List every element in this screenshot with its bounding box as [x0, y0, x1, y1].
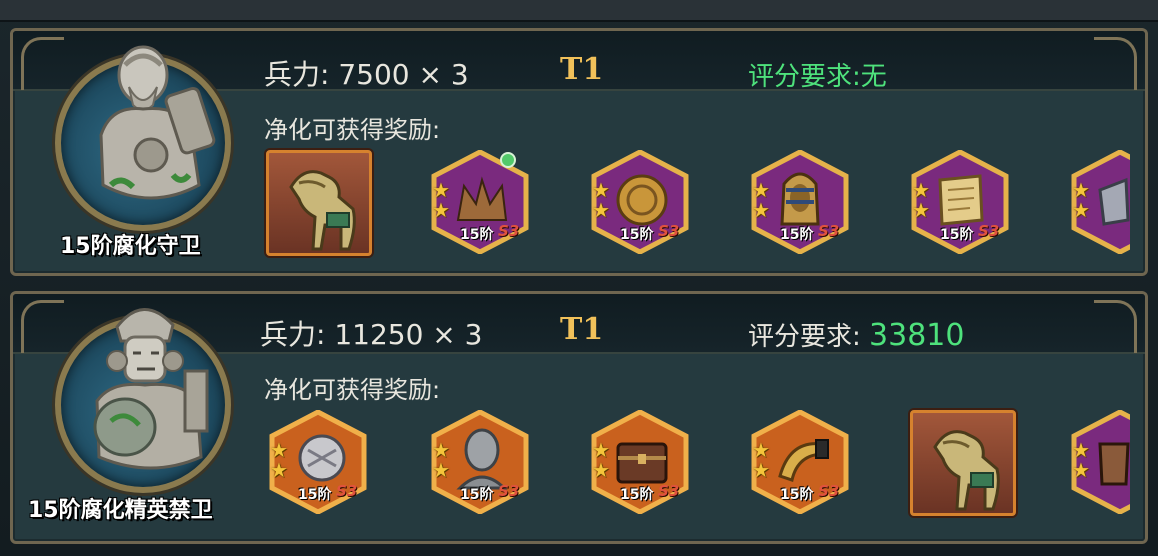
stone-guard-statue-icon — [99, 45, 216, 200]
horse-figurine-icon — [933, 430, 1000, 511]
item-tier: 15阶 — [620, 227, 654, 243]
season-badge: S3 — [498, 222, 520, 240]
star-rating: ★ ★ — [592, 178, 610, 222]
reward-item-crown[interactable]: ★ ★ 15阶 S3 — [430, 150, 530, 254]
score-requirement: 评分要求: 33810 — [748, 316, 964, 353]
boss-portrait-2[interactable] — [55, 308, 231, 493]
tier-label: T1 — [560, 52, 604, 87]
boss-name: 15阶腐化守卫 — [60, 234, 201, 259]
rewards-label: 净化可获得奖励: — [264, 116, 441, 144]
season-badge: S3 — [658, 222, 680, 240]
item-tier: 15阶 — [780, 227, 814, 243]
item-tier: 15阶 — [298, 487, 332, 503]
star-rating: ★ ★ — [432, 178, 450, 222]
star-rating: ★ ★ — [592, 438, 610, 482]
reward-item-stone-bust[interactable]: ★ ★ 15阶 S3 — [430, 410, 530, 514]
score-requirement-value: 33810 — [869, 318, 965, 353]
item-tier: 15阶 — [460, 487, 494, 503]
reward-item-scroll[interactable]: ★ ★ 15阶 S3 — [910, 150, 1010, 254]
item-tier: 15阶 — [780, 487, 814, 503]
elite-guard-statue-icon — [93, 308, 209, 470]
score-requirement-label: 评分要求: — [748, 322, 861, 352]
star-rating: ★ ★ — [432, 438, 450, 482]
troop-count: 兵力: 11250 × 3 — [260, 318, 483, 351]
season-badge: S3 — [658, 482, 680, 500]
star-rating: ★ ★ — [1072, 438, 1090, 482]
reward-item-treasure-chest[interactable]: ★ ★ 15阶 S3 — [590, 410, 690, 514]
score-requirement: 评分要求:无 — [748, 62, 887, 92]
item-tier: 15阶 — [460, 227, 494, 243]
item-tier: 15阶 — [620, 487, 654, 503]
rewards-label: 净化可获得奖励: — [264, 376, 441, 404]
season-badge: S3 — [978, 222, 1000, 240]
season-badge: S3 — [498, 482, 520, 500]
season-badge: S3 — [336, 482, 358, 500]
troop-count: 兵力: 7500 × 3 — [264, 58, 469, 91]
gem-badge-icon — [500, 152, 516, 168]
reward-item-silver-shield[interactable]: ★ ★ 15阶 S3 — [268, 410, 368, 514]
season-badge: S3 — [818, 222, 840, 240]
reward-item-horse-figurine[interactable] — [910, 410, 1016, 516]
star-rating: ★ ★ — [912, 178, 930, 222]
season-badge: S3 — [818, 482, 840, 500]
expedition-reward-panel: 15阶腐化守卫 兵力: 7500 × 3 T1 评分要求:无 净化可获得奖励: … — [0, 0, 1158, 556]
boss-name: 15阶腐化精英禁卫 — [28, 498, 213, 523]
star-rating: ★ ★ — [1072, 178, 1090, 222]
star-rating: ★ ★ — [752, 438, 770, 482]
reward-item-pharaoh-bust[interactable]: ★ ★ 15阶 S3 — [750, 150, 850, 254]
reward-item-horse-figurine[interactable] — [266, 150, 372, 256]
boss-portrait-1[interactable] — [55, 45, 231, 231]
tier-label: T1 — [560, 312, 604, 347]
reward-item-gold-coin[interactable]: ★ ★ 15阶 S3 — [590, 150, 690, 254]
reward-item-partial[interactable]: ★ ★ — [1070, 150, 1130, 254]
top-strip — [0, 0, 1158, 22]
reward-item-golden-horn[interactable]: ★ ★ 15阶 S3 — [750, 410, 850, 514]
item-tier: 15阶 — [940, 227, 974, 243]
horse-figurine-icon — [289, 170, 356, 251]
reward-item-partial[interactable]: ★ ★ — [1070, 410, 1130, 514]
star-rating: ★ ★ — [752, 178, 770, 222]
star-rating: ★ ★ — [270, 438, 288, 482]
